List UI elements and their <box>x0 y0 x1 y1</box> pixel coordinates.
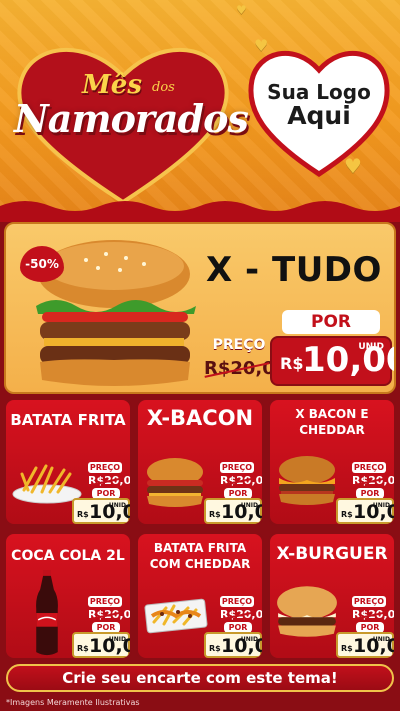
old-price: R$20,00 <box>352 608 394 622</box>
product-name: BATATA FRITA <box>10 411 126 429</box>
preco-label: PREÇO <box>88 462 122 473</box>
old-price: R$20,00 <box>220 474 262 488</box>
preco-label: PREÇO <box>220 596 254 607</box>
title-dos: dos <box>152 80 175 95</box>
header-banner: ♥ ♥ ♥ ♥ ♥ ♥ Mês dos Namorados Sua Logo A… <box>0 0 400 214</box>
gold-heart-icon: ♥ <box>236 3 247 17</box>
por-label: POR <box>282 310 380 334</box>
disclaimer-text: *Imagens Meramente Ilustrativas <box>6 698 140 707</box>
burger-image <box>147 458 203 507</box>
burger-image <box>277 586 337 637</box>
cta-banner[interactable]: Crie seu encarte com este tema! <box>6 664 394 692</box>
unit-label: UNID <box>240 502 258 509</box>
price-tag: R$ 10,00 UNID <box>204 498 262 524</box>
old-price: R$20,00 <box>88 608 130 622</box>
product-card-x-bacon-cheddar[interactable]: X BACON E CHEDDAR PREÇO R$20,00 POR R$ 1… <box>268 398 396 526</box>
price-tag: R$ 10,00 UNID <box>336 498 394 524</box>
currency: R$ <box>77 644 89 653</box>
discount-badge: -50% <box>20 246 64 282</box>
preco-label: PREÇO <box>352 462 386 473</box>
unit-label: UNID <box>108 502 126 509</box>
cheddar-fries-image <box>144 598 208 634</box>
product-name: X BACON E CHEDDAR <box>295 407 369 437</box>
old-price: R$20,00 <box>204 358 287 380</box>
currency: R$ <box>341 510 353 519</box>
fries-image <box>12 464 82 504</box>
unit-label: UNID <box>372 636 390 643</box>
preco-label: PREÇO <box>220 462 254 473</box>
product-name: COCA COLA 2L <box>11 548 125 564</box>
preco-label: PREÇO <box>212 337 266 353</box>
currency: R$ <box>209 644 221 653</box>
product-card-coca-cola[interactable]: COCA COLA 2L PREÇO R$20,00 POR R$ 10,00 … <box>4 532 132 660</box>
unit-label: UNID <box>372 502 390 509</box>
product-name: BATATA FRITA COM CHEDDAR <box>149 541 251 571</box>
price-tag: R$ 10,00 UNID <box>270 336 394 386</box>
product-name: X-BURGUER <box>276 544 388 564</box>
price-tag: R$ 10,00 UNID <box>336 632 394 658</box>
burger-image <box>279 456 335 505</box>
product-card-x-burguer[interactable]: X-BURGUER PREÇO R$20,00 POR R$ 10,00 UNI… <box>268 532 396 660</box>
old-price: R$20,00 <box>352 474 394 488</box>
price-tag: R$ 10,00 UNID <box>204 632 262 658</box>
logo-line2: Aqui <box>287 101 351 130</box>
preco-label: PREÇO <box>88 596 122 607</box>
product-card-batata-cheddar[interactable]: BATATA FRITA COM CHEDDAR PREÇO R$20,00 P… <box>136 532 264 660</box>
currency: R$ <box>341 644 353 653</box>
featured-product-card[interactable]: -50% X - TUDO PREÇO R$20,00 POR R$ 10,00… <box>4 222 396 394</box>
logo-placeholder[interactable]: Sua Logo Aqui <box>256 80 382 128</box>
old-price: R$20,00 <box>220 608 262 622</box>
old-price: R$20,00 <box>88 474 130 488</box>
unit-label: UNID <box>108 636 126 643</box>
soda-bottle-image <box>36 570 58 656</box>
featured-product-name: X - TUDO <box>206 250 382 290</box>
currency: R$ <box>209 510 221 519</box>
price-tag: R$ 10,00 UNID <box>72 498 130 524</box>
price-tag: R$ 10,00 UNID <box>72 632 130 658</box>
preco-label: PREÇO <box>352 596 386 607</box>
product-card-batata-frita[interactable]: BATATA FRITA PREÇO R$20,00 POR R$ 10,00 … <box>4 398 132 526</box>
title-namorados: Namorados <box>14 96 249 141</box>
unit-label: UNID <box>358 342 384 352</box>
wave-divider <box>0 201 400 222</box>
product-card-x-bacon[interactable]: X-BACON PREÇO R$20,00 POR R$ 10,00 UNID <box>136 398 264 526</box>
product-name: X-BACON <box>146 406 254 430</box>
currency: R$ <box>280 354 304 373</box>
unit-label: UNID <box>240 636 258 643</box>
currency: R$ <box>77 510 89 519</box>
